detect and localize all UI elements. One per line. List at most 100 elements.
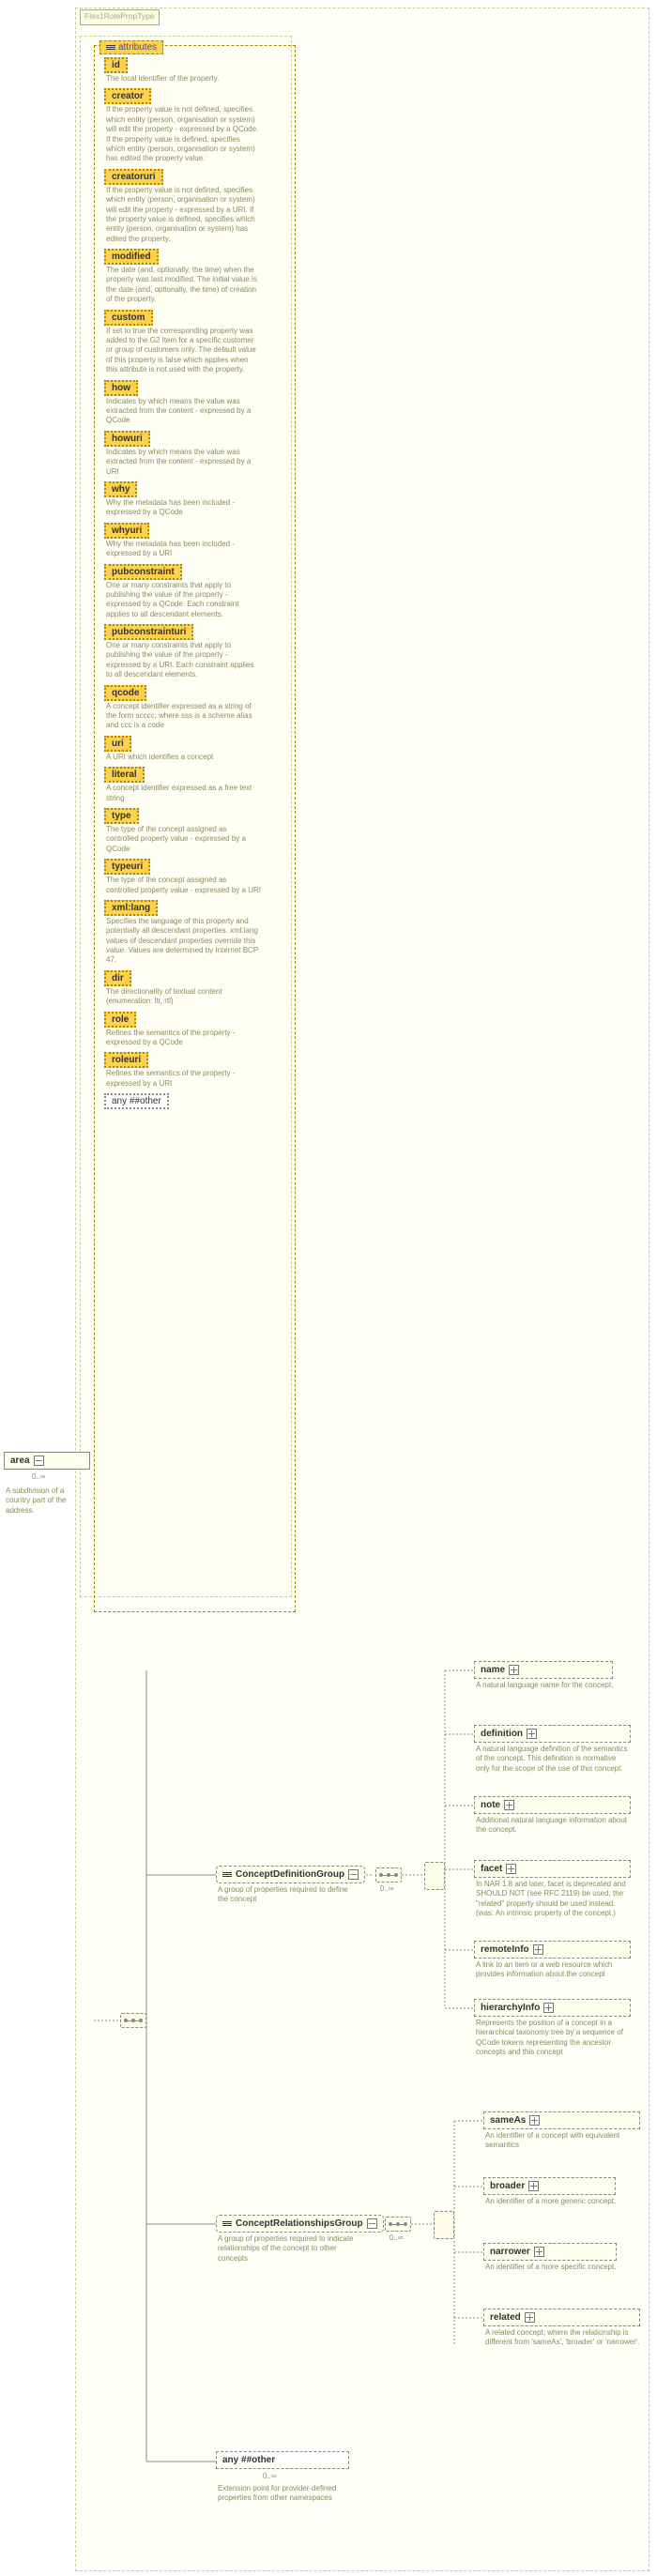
attribute-label: modified bbox=[104, 249, 159, 265]
element-broader[interactable]: broader bbox=[483, 2177, 616, 2195]
attribute-desc: Specifies the language of this property … bbox=[104, 916, 263, 966]
any-extension: any ##other bbox=[216, 2451, 349, 2469]
attribute-id: id The local identifier of the property. bbox=[104, 57, 287, 84]
element-hierarchyinfo[interactable]: hierarchyInfo bbox=[474, 1999, 631, 2017]
expand-icon[interactable] bbox=[543, 2003, 554, 2013]
attribute-label: whyuri bbox=[104, 523, 149, 539]
desc: Additional natural language information … bbox=[474, 1814, 631, 1836]
sequence-main bbox=[120, 2013, 146, 2028]
desc: A natural language definition of the sem… bbox=[474, 1743, 631, 1774]
attribute-label: creatoruri bbox=[104, 169, 163, 185]
cardinality: 0..∞ bbox=[32, 1472, 46, 1481]
attribute-desc: Why the metadata has been included - exp… bbox=[104, 497, 263, 518]
sequence-cdg bbox=[375, 1867, 402, 1882]
expand-icon[interactable] bbox=[348, 1869, 359, 1880]
group-conceptrelationships[interactable]: ConceptRelationshipsGroup bbox=[216, 2215, 384, 2233]
attribute-uri: uri A URI which identifies a concept bbox=[104, 736, 287, 762]
attribute-desc: The local identifier of the property. bbox=[104, 73, 263, 84]
attribute-type: type The type of the concept assigned as… bbox=[104, 808, 287, 854]
expand-icon[interactable] bbox=[34, 1456, 44, 1466]
element-related[interactable]: related bbox=[483, 2309, 640, 2326]
desc: In NAR 1.8 and later, facet is deprecate… bbox=[474, 1878, 631, 1919]
element-sameas[interactable]: sameAs bbox=[483, 2111, 640, 2129]
attribute-literal: literal A concept identifier expressed a… bbox=[104, 767, 287, 803]
choice-cdg bbox=[424, 1862, 445, 1890]
attribute-desc: One or many constraints that apply to pu… bbox=[104, 640, 263, 680]
desc: An identifier of a more generic concept. bbox=[483, 2195, 616, 2206]
list-icon bbox=[222, 2221, 232, 2227]
attribute-desc: Indicates by which means the value was e… bbox=[104, 447, 263, 477]
element-area[interactable]: area bbox=[4, 1452, 90, 1470]
attribute-label: pubconstrainturi bbox=[104, 624, 193, 640]
attribute-custom: custom If set to true the corresponding … bbox=[104, 310, 287, 375]
any-other-1: any ##other bbox=[104, 1093, 169, 1109]
attribute-desc: Refines the semantics of the property - … bbox=[104, 1068, 263, 1089]
attribute-pubconstraint: pubconstraint One or many constraints th… bbox=[104, 564, 287, 620]
attribute-desc: A URI which identifies a concept bbox=[104, 752, 263, 762]
attribute-desc: The type of the concept assigned as cont… bbox=[104, 824, 263, 854]
attribute-label: xml:lang bbox=[104, 900, 158, 916]
expand-icon[interactable] bbox=[506, 1864, 516, 1874]
attribute-desc: If set to true the corresponding propert… bbox=[104, 326, 263, 375]
desc: A natural language name for the concept. bbox=[474, 1679, 613, 1690]
attribute-dir: dir The directionality of textual conten… bbox=[104, 970, 287, 1007]
attribute-label: id bbox=[104, 57, 128, 73]
desc: A link to an item or a web resource whic… bbox=[474, 1959, 631, 1980]
attribute-label: why bbox=[104, 481, 137, 497]
attribute-label: role bbox=[104, 1012, 136, 1028]
cardinality: 0..∞ bbox=[263, 2472, 277, 2480]
attribute-creator: creator If the property value is not def… bbox=[104, 88, 287, 163]
attribute-label: qcode bbox=[104, 685, 146, 701]
expand-icon[interactable] bbox=[367, 2218, 377, 2229]
expand-icon[interactable] bbox=[504, 1800, 514, 1810]
attribute-desc: If the property value is not defined, sp… bbox=[104, 104, 263, 163]
expand-icon[interactable] bbox=[527, 1729, 537, 1739]
attribute-label: dir bbox=[104, 970, 131, 986]
attribute-label: typeuri bbox=[104, 859, 150, 875]
attribute-label: custom bbox=[104, 310, 153, 326]
element-remoteinfo[interactable]: remoteInfo bbox=[474, 1941, 631, 1959]
attribute-desc: One or many constraints that apply to pu… bbox=[104, 580, 263, 620]
expand-icon[interactable] bbox=[529, 2115, 540, 2126]
desc: An identifier of a concept with equivale… bbox=[483, 2129, 640, 2151]
cardinality: 0..∞ bbox=[390, 2233, 404, 2242]
attribute-label: roleuri bbox=[104, 1052, 148, 1068]
expand-icon[interactable] bbox=[528, 2181, 539, 2191]
expand-icon[interactable] bbox=[534, 2247, 544, 2257]
attribute-desc: The type of the concept assigned as cont… bbox=[104, 875, 263, 895]
desc: Represents the position of a concept in … bbox=[474, 2017, 631, 2058]
desc-area: A subdivision of a country part of the a… bbox=[4, 1485, 90, 1516]
expand-icon[interactable] bbox=[533, 1944, 543, 1955]
desc: Extension point for provider-defined pro… bbox=[216, 2482, 349, 2504]
attribute-desc: If the property value is not defined, sp… bbox=[104, 185, 263, 244]
desc: A group of properties required to indica… bbox=[216, 2233, 363, 2264]
cardinality: 0..∞ bbox=[380, 1884, 394, 1893]
attribute-how: how Indicates by which means the value w… bbox=[104, 380, 287, 426]
attributes-header: attributes bbox=[99, 40, 163, 54]
desc: An identifier of a more specific concept… bbox=[483, 2261, 617, 2272]
attribute-label: creator bbox=[104, 88, 151, 104]
attribute-why: why Why the metadata has been included -… bbox=[104, 481, 287, 518]
attribute-desc: A concept identifier expressed as a stri… bbox=[104, 701, 263, 731]
element-facet[interactable]: facet bbox=[474, 1860, 631, 1878]
attribute-label: type bbox=[104, 808, 139, 824]
expand-icon[interactable] bbox=[525, 2312, 535, 2323]
element-name[interactable]: name bbox=[474, 1661, 613, 1679]
group-conceptdefinition[interactable]: ConceptDefinitionGroup bbox=[216, 1866, 365, 1883]
attribute-roleuri: roleuri Refines the semantics of the pro… bbox=[104, 1052, 287, 1089]
element-narrower[interactable]: narrower bbox=[483, 2243, 617, 2261]
list-icon bbox=[222, 1872, 232, 1878]
attribute-role: role Refines the semantics of the proper… bbox=[104, 1012, 287, 1048]
attribute-label: how bbox=[104, 380, 138, 396]
attribute-xml-lang: xml:lang Specifies the language of this … bbox=[104, 900, 287, 966]
list-icon bbox=[106, 45, 115, 51]
attribute-desc: The date (and, optionally, the time) whe… bbox=[104, 265, 263, 305]
desc: A group of properties required to define… bbox=[216, 1883, 349, 1905]
element-definition[interactable]: definition bbox=[474, 1725, 631, 1743]
expand-icon[interactable] bbox=[509, 1665, 519, 1675]
attribute-desc: Why the metadata has been included - exp… bbox=[104, 539, 263, 559]
element-note[interactable]: note bbox=[474, 1796, 631, 1814]
attribute-desc: The directionality of textual content (e… bbox=[104, 986, 263, 1007]
attribute-creatoruri: creatoruri If the property value is not … bbox=[104, 169, 287, 244]
attribute-desc: Refines the semantics of the property - … bbox=[104, 1028, 263, 1048]
